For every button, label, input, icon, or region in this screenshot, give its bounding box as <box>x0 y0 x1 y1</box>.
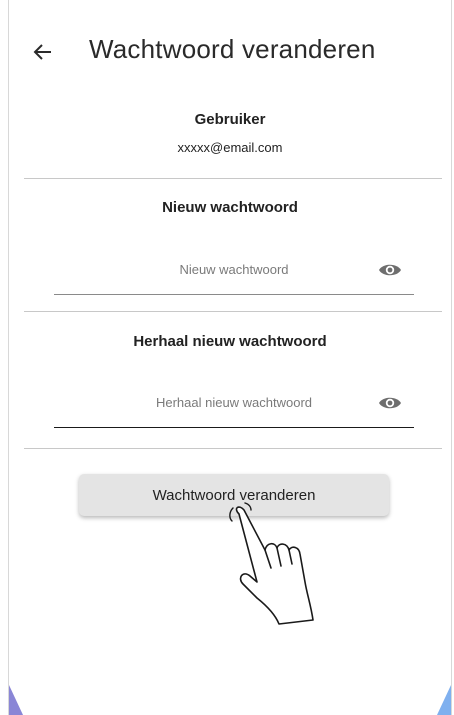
repeat-password-heading: Herhaal nieuw wachtwoord <box>133 333 327 350</box>
new-password-section: Nieuw wachtwoord <box>9 199 451 216</box>
repeat-password-field <box>54 382 414 428</box>
new-password-underline <box>54 294 414 295</box>
tapping-hand-icon <box>217 498 327 628</box>
page-title: Wachtwoord veranderen <box>89 34 376 64</box>
corner-decoration-left <box>9 685 23 715</box>
divider <box>24 178 442 179</box>
user-email: xxxxx@email.com <box>177 140 283 155</box>
new-password-input[interactable] <box>84 249 384 289</box>
user-heading: Gebruiker <box>194 111 266 128</box>
app-bar: Wachtwoord veranderen <box>9 22 451 82</box>
new-password-heading: Nieuw wachtwoord <box>162 199 298 216</box>
repeat-password-underline <box>54 426 414 428</box>
corner-decoration-right <box>437 685 451 715</box>
divider <box>24 311 442 312</box>
user-section: Gebruiker xxxxx@email.com <box>9 111 451 155</box>
repeat-password-section: Herhaal nieuw wachtwoord <box>9 333 451 350</box>
new-password-field <box>54 249 414 295</box>
arrow-left-icon[interactable] <box>33 42 53 62</box>
app-screen: Wachtwoord veranderen Gebruiker xxxxx@em… <box>8 0 452 715</box>
eye-icon[interactable] <box>378 262 402 278</box>
eye-icon[interactable] <box>378 395 402 411</box>
divider <box>24 448 442 449</box>
repeat-password-input[interactable] <box>84 382 384 422</box>
